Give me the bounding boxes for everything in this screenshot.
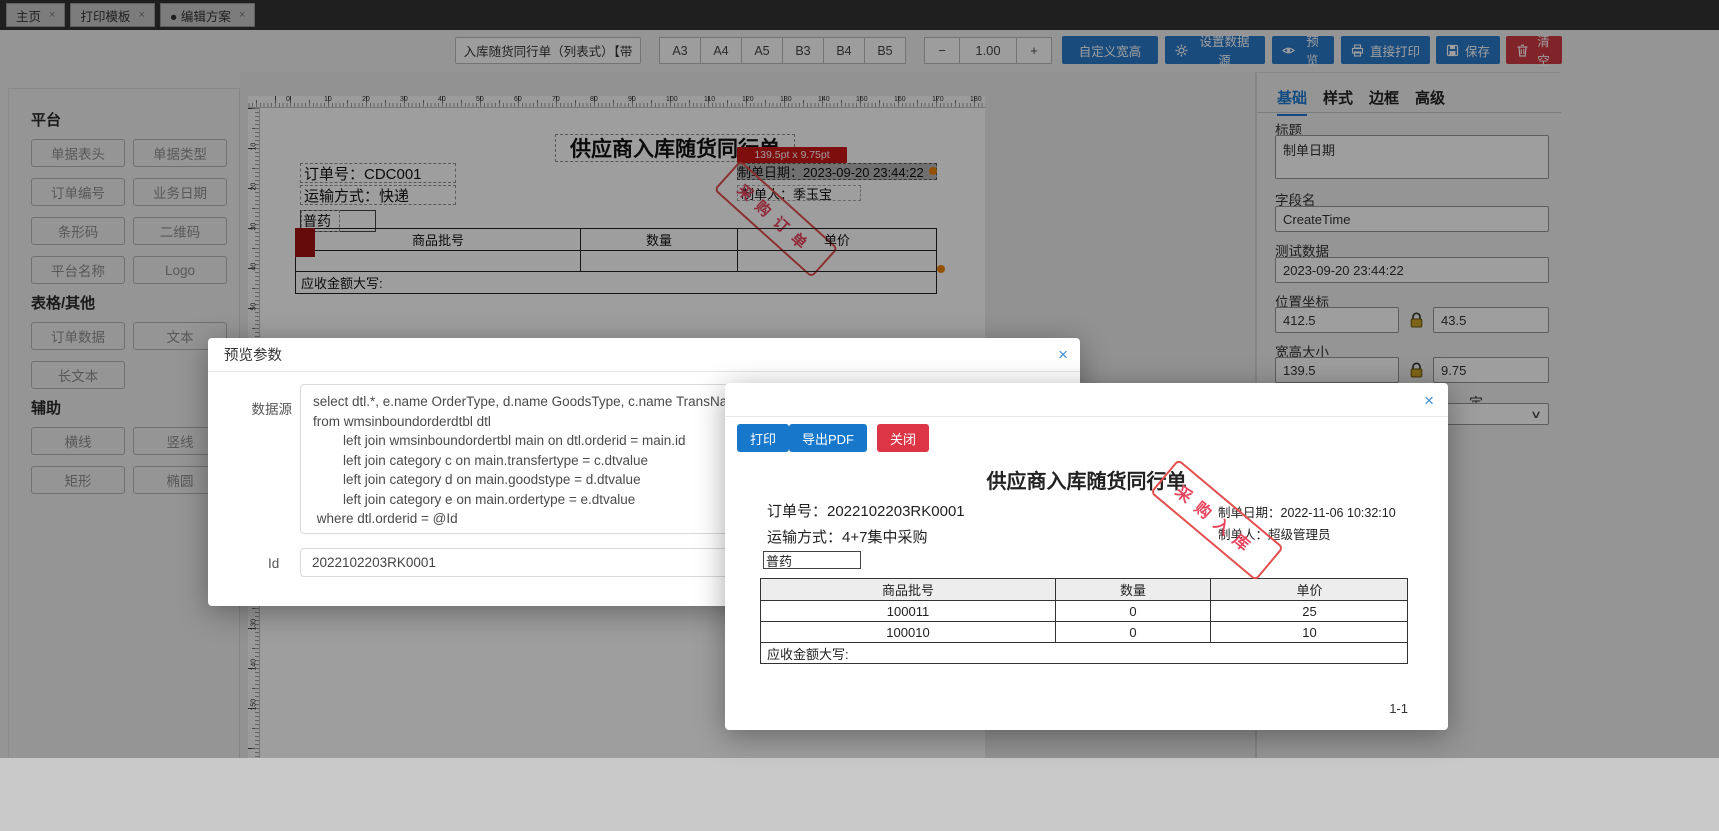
export-pdf-button[interactable]: 导出PDF: [789, 424, 868, 452]
preview-order-no: 订单号：2022102203RK0001: [767, 503, 965, 520]
print-button[interactable]: 打印: [737, 424, 790, 452]
table-cell: 100010: [761, 621, 1056, 642]
table-cell: 10: [1211, 621, 1408, 642]
preview-table-header: 单价: [1296, 583, 1323, 598]
preview-doc-title: 供应商入库随货同行单: [986, 471, 1187, 493]
preview-drug-type: 普药: [763, 551, 861, 569]
preview-table: 商品批号 数量 单价 100011 0 25 100010 0 10 应收金额大…: [760, 578, 1408, 664]
table-cell: 0: [1056, 600, 1211, 621]
preview-transport: 运输方式：4+7集中采购: [767, 529, 928, 546]
modal-header: [725, 383, 1448, 417]
page-number: 1-1: [1389, 701, 1408, 716]
id-label: Id: [268, 556, 280, 571]
close-preview-button[interactable]: 关闭: [877, 424, 930, 452]
close-icon[interactable]: ×: [1058, 346, 1068, 363]
print-preview-modal: × 打印 导出PDF 关闭 供应商入库随货同行单 订单号：2022102203R…: [725, 383, 1448, 730]
table-cell: 100011: [761, 600, 1056, 621]
table-cell: 0: [1056, 621, 1211, 642]
modal-header: 预览参数: [208, 338, 1080, 372]
table-cell: 25: [1211, 600, 1408, 621]
preview-table-header: 数量: [1056, 579, 1211, 600]
datasource-label: 数据源: [251, 402, 293, 417]
close-icon[interactable]: ×: [1424, 392, 1434, 409]
preview-table-footer: 应收金额大写:: [761, 642, 1407, 663]
preview-table-row: 100010 0 10: [761, 621, 1408, 642]
status-strip: [0, 758, 1719, 831]
preview-table-header: 商品批号: [761, 579, 1056, 600]
modal-title: 预览参数: [224, 348, 282, 364]
preview-table-row: 100011 0 25: [761, 600, 1408, 621]
